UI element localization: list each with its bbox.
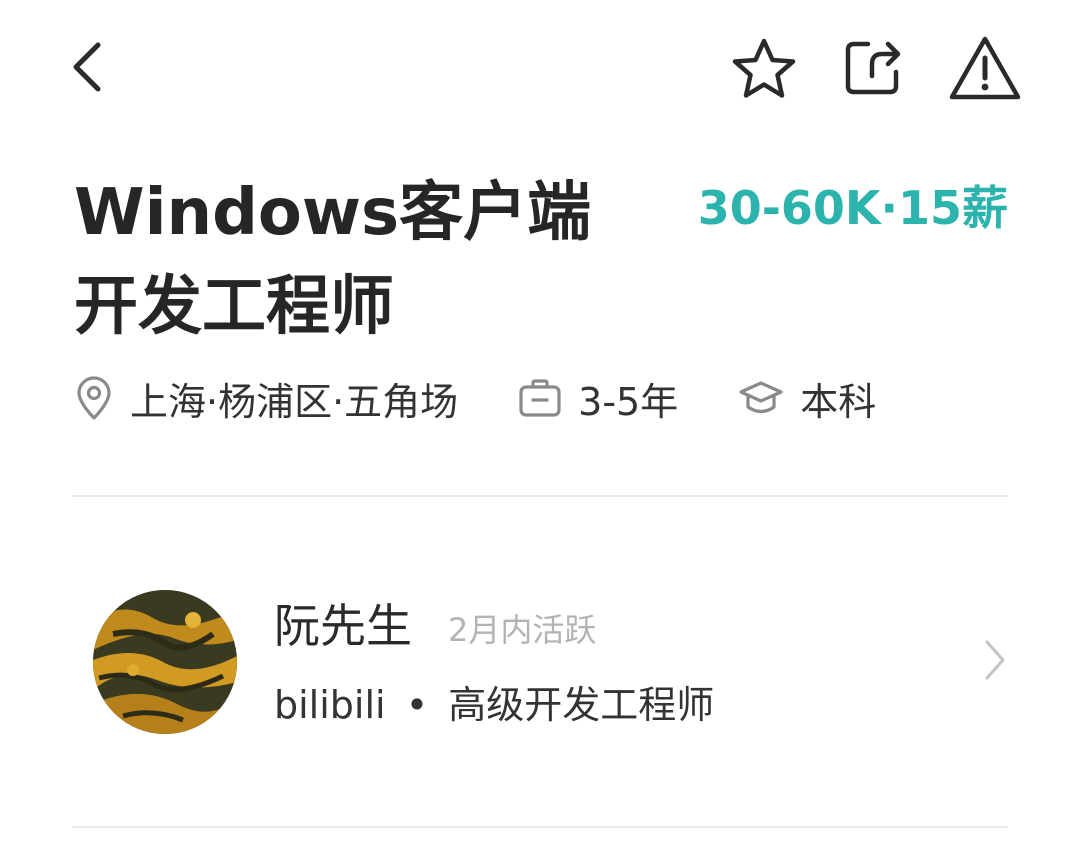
favorite-button[interactable] bbox=[728, 34, 800, 104]
recruiter-company-line: bilibili • 高级开发工程师 bbox=[274, 678, 714, 732]
back-button[interactable] bbox=[62, 36, 112, 98]
share-icon bbox=[845, 41, 901, 95]
job-title: Windows客户端 开发工程师 bbox=[74, 166, 634, 354]
job-meta-row: 上海·杨浦区·五角场 3-5年 本科 bbox=[74, 368, 876, 428]
recruiter-separator: • bbox=[405, 683, 429, 727]
avatar-image bbox=[93, 590, 237, 734]
avatar bbox=[93, 590, 237, 734]
location-meta: 上海·杨浦区·五角场 bbox=[74, 371, 458, 426]
chevron-right-icon[interactable] bbox=[982, 638, 1008, 686]
share-button[interactable] bbox=[840, 34, 906, 100]
divider-top bbox=[72, 495, 1008, 497]
recruiter-name: 阮先生 bbox=[274, 599, 412, 653]
briefcase-icon bbox=[519, 379, 561, 417]
recruiter-card[interactable]: 阮先生 2月内活跃 bilibili • 高级开发工程师 bbox=[72, 560, 1008, 770]
location-text: 上海·杨浦区·五角场 bbox=[130, 379, 459, 424]
salary-range: 30-60K·15薪 bbox=[697, 181, 1008, 235]
warning-triangle-icon bbox=[949, 36, 1021, 100]
recruiter-company: bilibili bbox=[274, 683, 386, 727]
divider-bottom bbox=[72, 826, 1008, 828]
job-title-line1: Windows客户端 bbox=[74, 176, 592, 250]
education-meta: 本科 bbox=[738, 371, 876, 426]
recruiter-position: 高级开发工程师 bbox=[448, 683, 715, 727]
location-pin-icon bbox=[77, 376, 111, 420]
experience-meta: 3-5年 bbox=[518, 371, 678, 426]
star-icon bbox=[732, 38, 796, 98]
chevron-left-icon bbox=[73, 42, 101, 92]
education-text: 本科 bbox=[800, 379, 877, 424]
experience-text: 3-5年 bbox=[578, 379, 679, 424]
report-button[interactable] bbox=[946, 32, 1024, 104]
job-title-line2: 开发工程师 bbox=[74, 270, 394, 344]
graduation-cap-icon bbox=[739, 381, 783, 414]
recruiter-active-status: 2月内活跃 bbox=[448, 611, 597, 649]
